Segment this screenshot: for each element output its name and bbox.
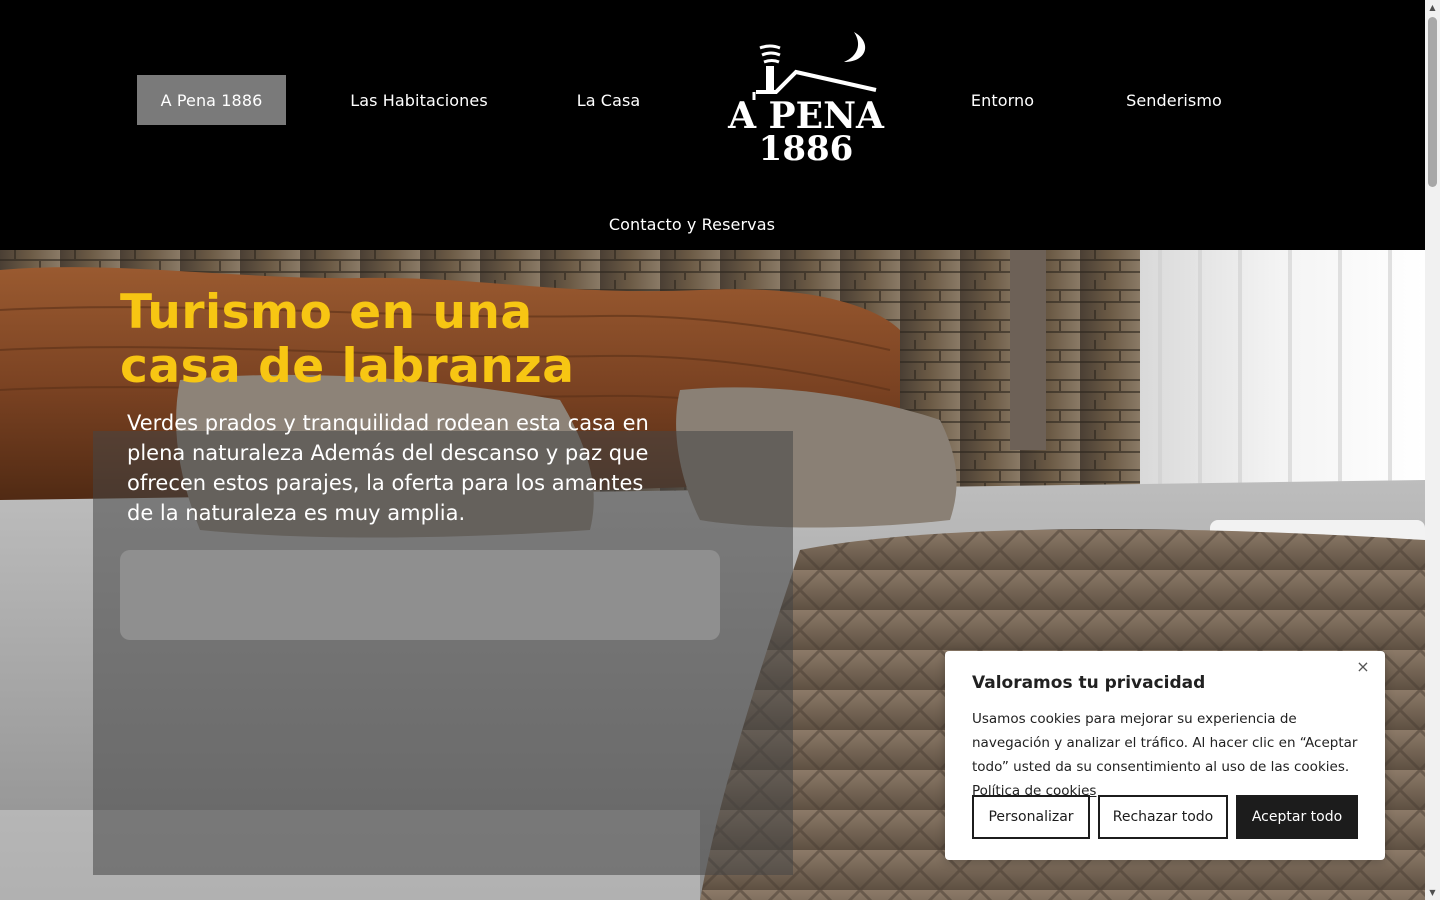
cookie-title: Valoramos tu privacidad (972, 673, 1206, 693)
nav-item-la-casa[interactable]: La Casa (560, 75, 657, 125)
scroll-down-arrow-icon[interactable]: ▼ (1425, 885, 1440, 900)
customize-button[interactable]: Personalizar (972, 795, 1090, 839)
scrollbar[interactable]: ▲ ▼ (1425, 0, 1440, 900)
scroll-up-arrow-icon[interactable]: ▲ (1425, 0, 1440, 15)
hero-description: Verdes prados y tranquilidad rodean esta… (127, 411, 649, 525)
nav-item-a-pena-1886[interactable]: A Pena 1886 (137, 75, 286, 125)
accept-all-button[interactable]: Aceptar todo (1236, 795, 1358, 839)
cookie-body: Usamos cookies para mejorar su experienc… (972, 711, 1358, 775)
reject-all-button[interactable]: Rechazar todo (1098, 795, 1228, 839)
nav-item-entorno[interactable]: Entorno (952, 75, 1053, 125)
scroll-thumb[interactable] (1428, 17, 1437, 187)
nav-item-senderismo[interactable]: Senderismo (1108, 75, 1240, 125)
nav-item-las-habitaciones[interactable]: Las Habitaciones (333, 75, 505, 125)
site-header: A Pena 1886 Las Habitaciones La Casa A P… (0, 0, 1425, 250)
logo-line2: 1886 (759, 129, 854, 168)
cookie-text: Usamos cookies para mejorar su experienc… (972, 707, 1367, 803)
hero-title-line2: casa de labranza (120, 339, 575, 394)
site-logo[interactable]: A PENA 1886 (726, 28, 886, 168)
cookie-consent-dialog: × Valoramos tu privacidad Usamos cookies… (945, 651, 1385, 860)
close-icon[interactable]: × (1355, 659, 1371, 675)
nav-item-contacto-y-reservas[interactable]: Contacto y Reservas (593, 199, 791, 249)
hero-title: Turismo en una casa de labranza (120, 286, 680, 394)
hero-title-line1: Turismo en una (120, 285, 533, 340)
